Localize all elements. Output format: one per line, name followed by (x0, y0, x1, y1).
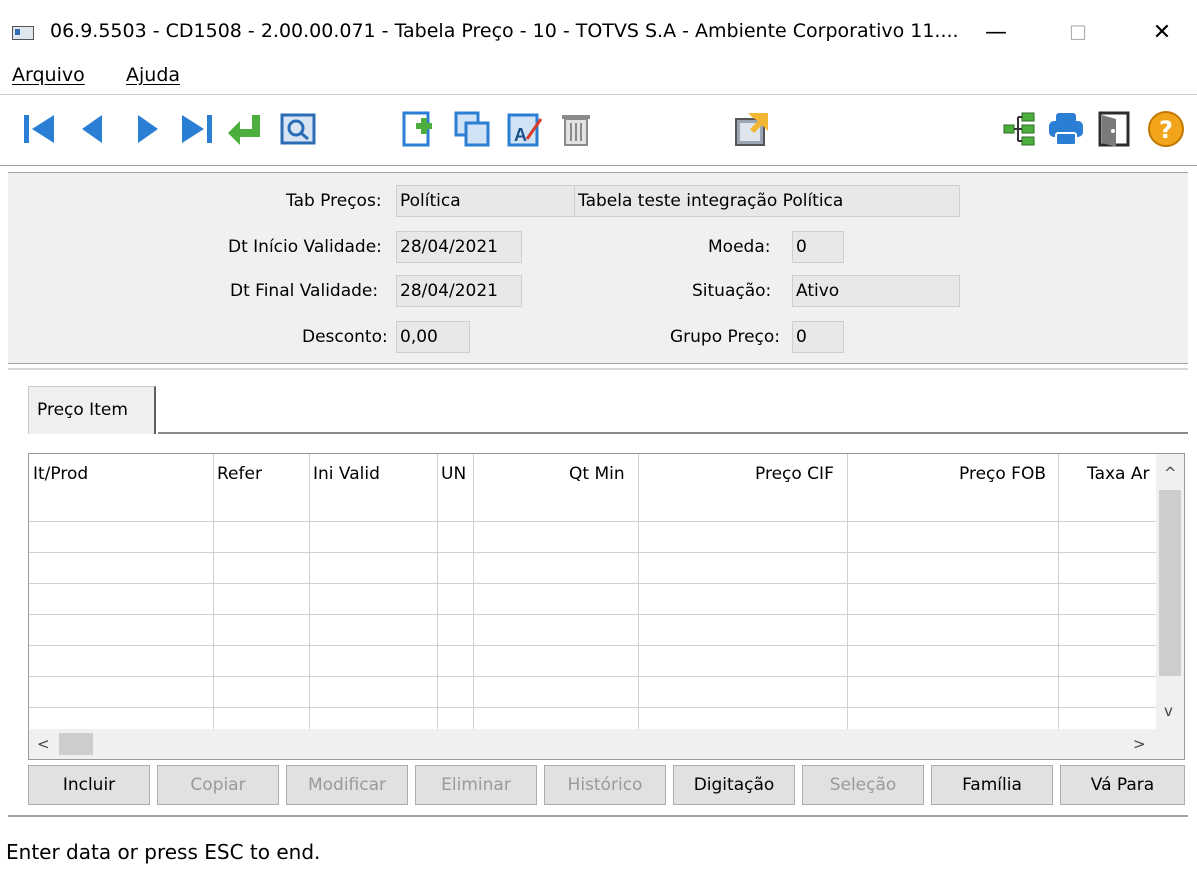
row-divider (29, 521, 1157, 522)
bottom-separator (8, 815, 1188, 817)
last-record-icon[interactable] (176, 109, 216, 149)
moeda-field[interactable]: 0 (792, 231, 844, 263)
tab-precos-description-field[interactable]: Tabela teste integração Política (574, 185, 960, 217)
copy-icon[interactable] (452, 109, 492, 149)
print-icon[interactable] (1046, 109, 1086, 149)
column-header-it-prod[interactable]: It/Prod (33, 464, 88, 484)
row-divider (29, 552, 1157, 553)
next-record-icon[interactable] (128, 109, 168, 149)
column-divider (473, 454, 474, 729)
scroll-left-arrow-icon[interactable]: < (37, 735, 50, 753)
close-button[interactable]: ✕ (1142, 14, 1182, 52)
grupo-preco-field[interactable]: 0 (792, 321, 844, 353)
column-header-preco-fob[interactable]: Preço FOB (959, 464, 1046, 484)
help-icon[interactable]: ? (1146, 109, 1186, 149)
familia-button[interactable]: Família (931, 765, 1053, 805)
situacao-label: Situação: (692, 281, 772, 301)
action-button-bar: Incluir Copiar Modificar Eliminar Histór… (28, 765, 1185, 807)
row-divider (29, 676, 1157, 677)
grupo-preco-label: Grupo Preço: (670, 327, 781, 347)
column-header-preco-cif[interactable]: Preço CIF (755, 464, 834, 484)
desconto-field[interactable]: 0,00 (396, 321, 470, 353)
tab-precos-label: Tab Preços: (286, 191, 382, 211)
first-record-icon[interactable] (20, 109, 60, 149)
scroll-down-arrow-icon[interactable]: v (1164, 702, 1173, 720)
desconto-label: Desconto: (302, 327, 388, 347)
column-divider (437, 454, 438, 729)
status-bar: Enter data or press ESC to end. (0, 832, 1197, 875)
column-divider (309, 454, 310, 729)
tree-icon[interactable] (1000, 109, 1040, 149)
incluir-button[interactable]: Incluir (28, 765, 150, 805)
modificar-button[interactable]: Modificar (286, 765, 408, 805)
minimize-button[interactable]: — (976, 14, 1016, 52)
column-divider (638, 454, 639, 729)
window-title: 06.9.5503 - CD1508 - 2.00.00.071 - Tabel… (50, 20, 959, 42)
menu-ajuda[interactable]: Ajuda (126, 64, 180, 86)
search-zoom-icon[interactable] (278, 109, 318, 149)
tab-precos-field[interactable]: Política (396, 185, 576, 217)
digitacao-button[interactable]: Digitação (673, 765, 795, 805)
va-para-button[interactable]: Vá Para (1060, 765, 1185, 805)
dt-final-field[interactable]: 28/04/2021 (396, 275, 522, 307)
dt-inicio-field[interactable]: 28/04/2021 (396, 231, 522, 263)
dt-inicio-label: Dt Início Validade: (228, 237, 382, 257)
column-header-taxa-ar[interactable]: Taxa Ar (1087, 464, 1150, 484)
menu-arquivo[interactable]: Arquivo (12, 64, 85, 86)
row-divider (29, 645, 1157, 646)
price-items-grid[interactable]: It/Prod Refer Ini Valid UN Qt Min Preço … (28, 453, 1185, 760)
app-window-icon[interactable] (12, 26, 34, 40)
return-icon[interactable] (226, 109, 266, 149)
tab-preco-item[interactable]: Preço Item (28, 386, 156, 434)
historico-button[interactable]: Histórico (544, 765, 666, 805)
help-glyph: ? (1159, 116, 1173, 144)
menu-bar: Arquivo Ajuda (0, 58, 1197, 94)
tab-baseline (158, 432, 1188, 434)
previous-record-icon[interactable] (72, 109, 112, 149)
horizontal-scroll-thumb[interactable] (59, 733, 93, 755)
column-header-refer[interactable]: Refer (217, 464, 262, 484)
scroll-right-arrow-icon[interactable]: > (1133, 735, 1146, 753)
vertical-scroll-thumb[interactable] (1159, 490, 1181, 676)
scroll-up-arrow-icon[interactable]: ^ (1164, 464, 1177, 482)
moeda-label: Moeda: (708, 237, 771, 257)
row-divider (29, 614, 1157, 615)
exit-door-icon[interactable] (1094, 109, 1134, 149)
column-divider (847, 454, 848, 729)
horizontal-scrollbar[interactable]: < > (29, 729, 1184, 759)
svg-text:A: A (514, 125, 527, 145)
new-document-icon[interactable] (398, 109, 438, 149)
situacao-field[interactable]: Ativo (792, 275, 960, 307)
vertical-scrollbar[interactable]: ^ v (1156, 454, 1184, 729)
separator (8, 368, 1188, 370)
edit-icon[interactable]: A (505, 109, 545, 149)
header-form-panel: Tab Preços: Política Tabela teste integr… (8, 172, 1188, 364)
toolbar: A ? (0, 94, 1197, 166)
eliminar-button[interactable]: Eliminar (415, 765, 537, 805)
row-divider (29, 583, 1157, 584)
column-divider (213, 454, 214, 729)
column-header-qt-min[interactable]: Qt Min (569, 464, 625, 484)
export-icon[interactable] (732, 109, 772, 149)
column-divider (1058, 454, 1059, 729)
copiar-button[interactable]: Copiar (157, 765, 279, 805)
title-bar: 06.9.5503 - CD1508 - 2.00.00.071 - Tabel… (0, 0, 1197, 58)
delete-icon[interactable] (556, 109, 596, 149)
row-divider (29, 707, 1157, 708)
column-header-ini-valid[interactable]: Ini Valid (313, 464, 380, 484)
selecao-button[interactable]: Seleção (802, 765, 924, 805)
status-text: Enter data or press ESC to end. (6, 840, 321, 864)
column-header-un[interactable]: UN (441, 464, 466, 484)
maximize-button[interactable]: ☐ (1058, 14, 1098, 52)
dt-final-label: Dt Final Validade: (230, 281, 379, 301)
